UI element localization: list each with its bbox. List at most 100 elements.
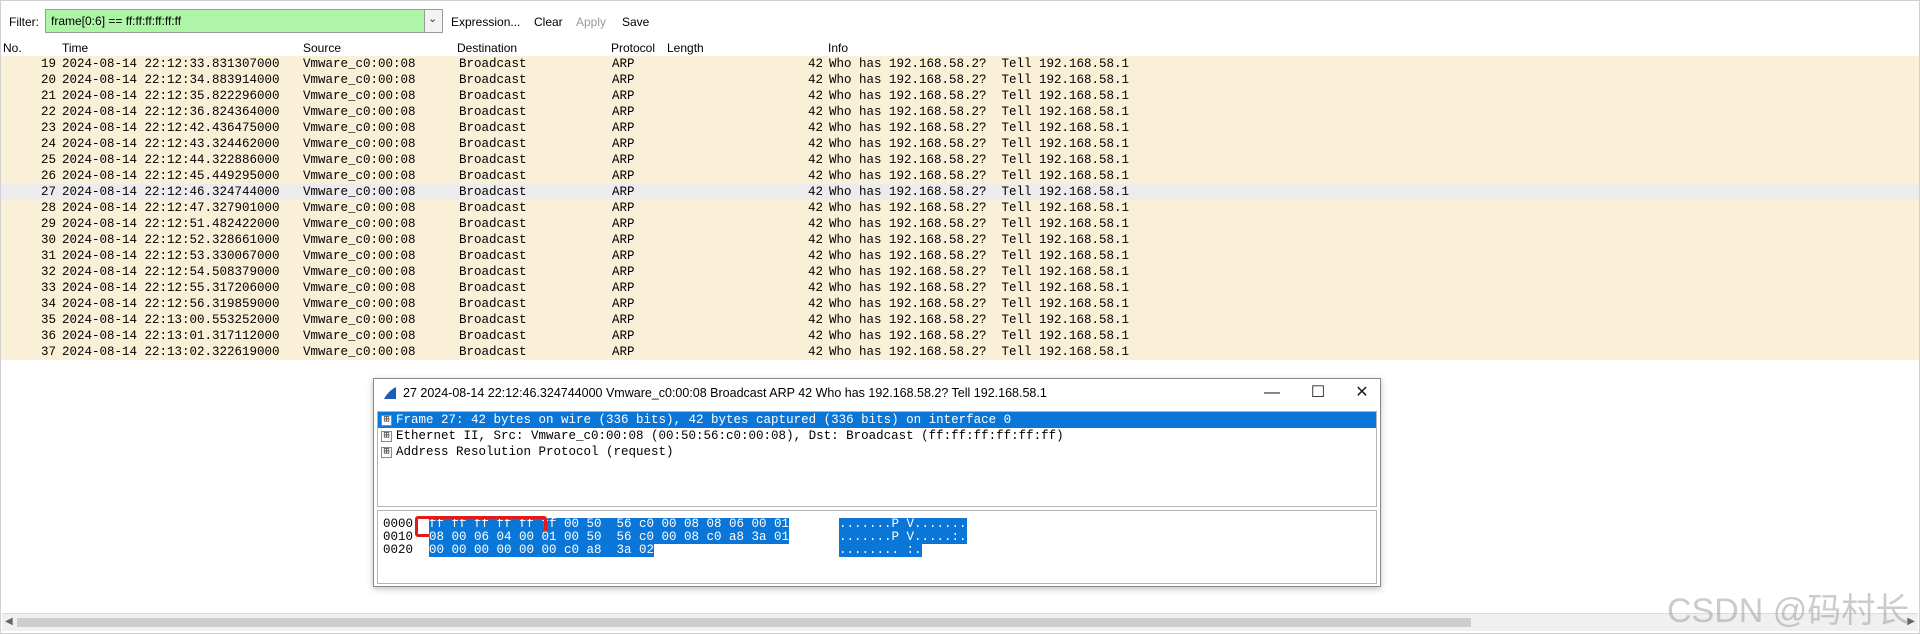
tree-item-frame[interactable]: ⊞ Frame 27: 42 bytes on wire (336 bits),… [378, 412, 1376, 428]
packet-row[interactable]: 37 2024-08-14 22:13:02.322619000 Vmware_c0… [1, 344, 1919, 360]
packet-cell-time: 2024-08-14 22:12:46.324744000 [62, 185, 280, 199]
packet-list: 19 2024-08-14 22:12:33.831307000 Vmware_c0… [1, 56, 1919, 360]
tree-item-label: Ethernet II, Src: Vmware_c0:00:08 (00:50… [396, 429, 1064, 443]
packet-row[interactable]: 31 2024-08-14 22:12:53.330067000 Vmware_c0… [1, 248, 1919, 264]
tree-item-arp[interactable]: ⊞ Address Resolution Protocol (request) [378, 444, 1376, 460]
packet-cell-dst: Broadcast [459, 233, 527, 247]
hex-offset: 0020 [383, 543, 414, 557]
detail-window-titlebar[interactable]: 27 2024-08-14 22:12:46.324744000 Vmware_… [374, 379, 1380, 407]
column-header-destination[interactable]: Destination [457, 41, 517, 55]
column-header-info[interactable]: Info [828, 41, 848, 55]
packet-cell-len: 42 [807, 217, 823, 231]
packet-cell-dst: Broadcast [459, 345, 527, 359]
packet-cell-dst: Broadcast [459, 265, 527, 279]
horizontal-scrollbar[interactable]: ◀ ▶ [2, 613, 1918, 631]
packet-cell-src: Vmware_c0:00:08 [303, 313, 416, 327]
packet-cell-len: 42 [807, 313, 823, 327]
packet-cell-src: Vmware_c0:00:08 [303, 121, 416, 135]
packet-cell-info: Who has 192.168.58.2? Tell 192.168.58.1 [829, 73, 1130, 87]
packet-cell-info: Who has 192.168.58.2? Tell 192.168.58.1 [829, 233, 1130, 247]
packet-row[interactable]: 30 2024-08-14 22:12:52.328661000 Vmware_c0… [1, 232, 1919, 248]
packet-cell-time: 2024-08-14 22:12:36.824364000 [62, 105, 280, 119]
packet-row[interactable]: 28 2024-08-14 22:12:47.327901000 Vmware_c0… [1, 200, 1919, 216]
packet-row[interactable]: 22 2024-08-14 22:12:36.824364000 Vmware_c0… [1, 104, 1919, 120]
column-header-source[interactable]: Source [303, 41, 341, 55]
packet-cell-proto: ARP [612, 153, 635, 167]
packet-cell-info: Who has 192.168.58.2? Tell 192.168.58.1 [829, 137, 1130, 151]
packet-cell-proto: ARP [612, 169, 635, 183]
packet-row[interactable]: 25 2024-08-14 22:12:44.322886000 Vmware_c0… [1, 152, 1919, 168]
packet-cell-time: 2024-08-14 22:12:34.883914000 [62, 73, 280, 87]
packet-cell-info: Who has 192.168.58.2? Tell 192.168.58.1 [829, 201, 1130, 215]
packet-cell-proto: ARP [612, 281, 635, 295]
packet-row[interactable]: 29 2024-08-14 22:12:51.482422000 Vmware_c0… [1, 216, 1919, 232]
apply-button[interactable]: Apply [576, 15, 606, 29]
packet-row[interactable]: 32 2024-08-14 22:12:54.508379000 Vmware_c0… [1, 264, 1919, 280]
expand-icon[interactable]: ⊞ [381, 447, 392, 458]
hex-row: 0020 00 00 00 00 00 00 c0 a8 3a 02 .....… [378, 544, 1376, 557]
packet-row[interactable]: 23 2024-08-14 22:12:42.436475000 Vmware_c0… [1, 120, 1919, 136]
packet-cell-len: 42 [807, 281, 823, 295]
packet-cell-dst: Broadcast [459, 313, 527, 327]
tree-item-ethernet[interactable]: ⊞ Ethernet II, Src: Vmware_c0:00:08 (00:… [378, 428, 1376, 444]
tree-item-label: Frame 27: 42 bytes on wire (336 bits), 4… [396, 413, 1012, 427]
packet-cell-proto: ARP [612, 265, 635, 279]
hex-bytes[interactable]: 00 00 00 00 00 00 c0 a8 3a 02 [429, 544, 655, 557]
save-button[interactable]: Save [622, 15, 649, 29]
filter-input-value: frame[0:6] == ff:ff:ff:ff:ff:ff [51, 14, 182, 28]
hex-ascii[interactable]: ........ :. [839, 544, 922, 557]
packet-cell-proto: ARP [612, 57, 635, 71]
packet-row[interactable]: 36 2024-08-14 22:13:01.317112000 Vmware_c0… [1, 328, 1919, 344]
packet-cell-src: Vmware_c0:00:08 [303, 233, 416, 247]
expand-icon[interactable]: ⊞ [381, 431, 392, 442]
expression-button[interactable]: Expression... [451, 15, 520, 29]
packet-detail-window: 27 2024-08-14 22:12:46.324744000 Vmware_… [373, 378, 1381, 587]
packet-row[interactable]: 21 2024-08-14 22:12:35.822296000 Vmware_c0… [1, 88, 1919, 104]
column-header-no[interactable]: No. [3, 41, 22, 55]
packet-cell-src: Vmware_c0:00:08 [303, 281, 416, 295]
column-header-length[interactable]: Length [667, 41, 704, 55]
packet-row[interactable]: 34 2024-08-14 22:12:56.319859000 Vmware_c0… [1, 296, 1919, 312]
maximize-button[interactable]: ☐ [1300, 381, 1336, 405]
packet-row[interactable]: 26 2024-08-14 22:12:45.449295000 Vmware_c0… [1, 168, 1919, 184]
packet-cell-time: 2024-08-14 22:12:47.327901000 [62, 201, 280, 215]
packet-row[interactable]: 24 2024-08-14 22:12:43.324462000 Vmware_c0… [1, 136, 1919, 152]
filter-history-dropdown[interactable]: ⌄ [424, 10, 442, 32]
packet-cell-no: 24 [40, 137, 56, 151]
packet-cell-src: Vmware_c0:00:08 [303, 137, 416, 151]
close-button[interactable]: ✕ [1344, 381, 1380, 405]
packet-cell-dst: Broadcast [459, 57, 527, 71]
packet-cell-src: Vmware_c0:00:08 [303, 169, 416, 183]
column-header-time[interactable]: Time [62, 41, 88, 55]
packet-cell-len: 42 [807, 297, 823, 311]
packet-cell-time: 2024-08-14 22:12:45.449295000 [62, 169, 280, 183]
scroll-left-icon[interactable]: ◀ [5, 616, 13, 627]
packet-cell-no: 23 [40, 121, 56, 135]
scrollbar-thumb[interactable] [17, 618, 1471, 627]
packet-cell-src: Vmware_c0:00:08 [303, 57, 416, 71]
packet-cell-src: Vmware_c0:00:08 [303, 185, 416, 199]
clear-button[interactable]: Clear [534, 15, 563, 29]
filter-input[interactable]: frame[0:6] == ff:ff:ff:ff:ff:ff ⌄ [45, 9, 443, 33]
packet-cell-no: 25 [40, 153, 56, 167]
packet-row[interactable]: 27 2024-08-14 22:12:46.324744000 Vmware_c0… [1, 184, 1919, 200]
packet-cell-proto: ARP [612, 89, 635, 103]
packet-cell-info: Who has 192.168.58.2? Tell 192.168.58.1 [829, 121, 1130, 135]
packet-cell-info: Who has 192.168.58.2? Tell 192.168.58.1 [829, 185, 1130, 199]
packet-cell-no: 22 [40, 105, 56, 119]
packet-row[interactable]: 33 2024-08-14 22:12:55.317206000 Vmware_c0… [1, 280, 1919, 296]
packet-cell-dst: Broadcast [459, 201, 527, 215]
packet-cell-info: Who has 192.168.58.2? Tell 192.168.58.1 [829, 89, 1130, 103]
packet-cell-info: Who has 192.168.58.2? Tell 192.168.58.1 [829, 153, 1130, 167]
packet-row[interactable]: 20 2024-08-14 22:12:34.883914000 Vmware_c0… [1, 72, 1919, 88]
packet-cell-proto: ARP [612, 249, 635, 263]
packet-row[interactable]: 35 2024-08-14 22:13:00.553252000 Vmware_c0… [1, 312, 1919, 328]
column-header-protocol[interactable]: Protocol [611, 41, 655, 55]
packet-cell-src: Vmware_c0:00:08 [303, 217, 416, 231]
hex-dump-pane[interactable]: 0000 ff ff ff ff ff ff 00 50 56 c0 00 08… [377, 510, 1377, 584]
packet-row[interactable]: 19 2024-08-14 22:12:33.831307000 Vmware_c0… [1, 56, 1919, 72]
packet-cell-proto: ARP [612, 329, 635, 343]
expand-icon[interactable]: ⊞ [381, 415, 392, 426]
packet-cell-no: 36 [40, 329, 56, 343]
minimize-button[interactable]: — [1254, 381, 1290, 405]
